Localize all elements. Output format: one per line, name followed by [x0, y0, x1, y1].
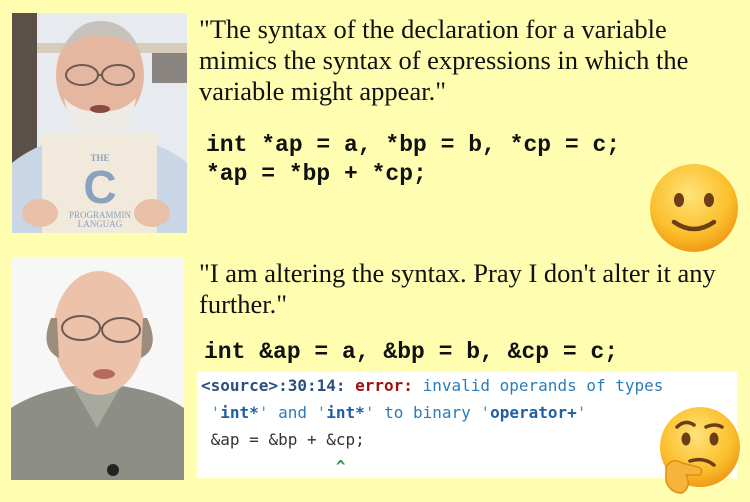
source-echo-text: &ap = &bp + &cp;: [210, 430, 365, 449]
person-illustration: [11, 258, 184, 480]
code-block-c: int *ap = a, *bp = b, *cp = c; *ap = *bp …: [206, 131, 620, 189]
thinking-face-icon: [652, 405, 744, 497]
person-with-book-illustration: THE C PROGRAMMIN LANGUAG: [12, 13, 187, 233]
photo-stroustrup: [11, 258, 184, 480]
code-block-cpp: int &ap = a, &bp = b, &cp = c;: [204, 338, 618, 367]
quote-stroustrup: "I am altering the syntax. Pray I don't …: [199, 258, 716, 319]
error-type2: int*: [326, 403, 365, 422]
error-conj: and: [278, 403, 307, 422]
code-line: int &ap = a, &bp = b, &cp = c;: [204, 339, 619, 365]
error-caret: ^: [335, 457, 346, 476]
code-line: *ap = *bp + *cp;: [206, 161, 427, 187]
compiler-error-line: <source>:30:14: error: invalid operands …: [201, 372, 737, 399]
quote-kernighan: "The syntax of the declaration for a var…: [199, 14, 689, 106]
book-c-label: C: [83, 161, 116, 213]
error-operator: operator+: [490, 403, 577, 422]
error-type1: int*: [220, 403, 259, 422]
photo-kernighan: THE C PROGRAMMIN LANGUAG: [12, 13, 187, 233]
error-severity: error:: [355, 376, 413, 395]
slightly-smiling-face-icon: [648, 162, 740, 254]
book-language-label: LANGUAG: [78, 219, 123, 229]
error-mid: to binary: [384, 403, 471, 422]
error-message: invalid operands of types: [422, 376, 664, 395]
error-location: <source>:30:14:: [201, 376, 346, 395]
code-line: int *ap = a, *bp = b, *cp = c;: [206, 132, 621, 158]
